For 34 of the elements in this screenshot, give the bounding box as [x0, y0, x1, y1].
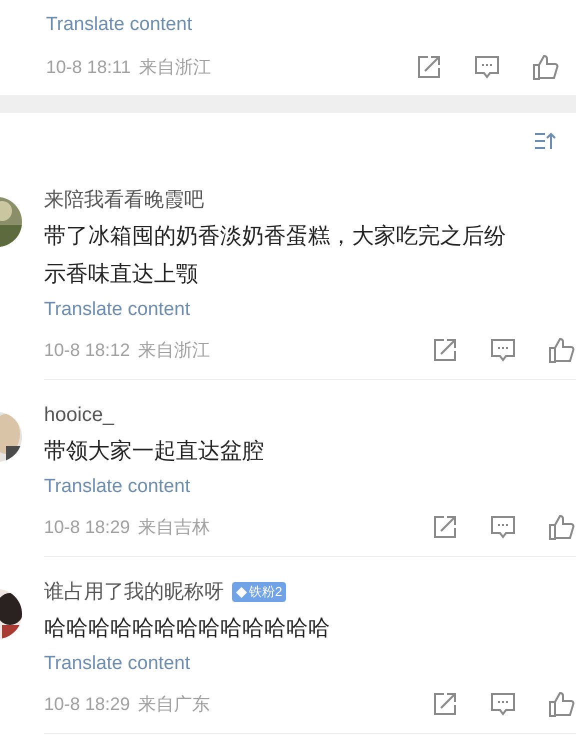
- comment-location: 来自浙江: [138, 56, 211, 78]
- comment-time: 10-8 18:29: [44, 516, 130, 538]
- thumbs-up-icon[interactable]: [532, 53, 560, 81]
- username[interactable]: 谁占用了我的昵称呀: [44, 577, 224, 607]
- comment-text: 示香味直达上颚: [44, 260, 199, 288]
- fan-badge: 铁粉2: [232, 582, 286, 602]
- comment-location: 来自浙江: [138, 338, 210, 362]
- comment-time: 10-8 18:11: [46, 56, 131, 78]
- comment-time: 10-8 18:29: [44, 692, 130, 716]
- thumbs-up-icon[interactable]: [548, 513, 576, 541]
- comment-icon[interactable]: [490, 691, 516, 717]
- translate-link[interactable]: Translate content: [44, 647, 190, 681]
- username[interactable]: hooice_: [44, 400, 114, 430]
- comment-location: 来自吉林: [138, 516, 210, 538]
- thumbs-up-icon[interactable]: [548, 336, 576, 364]
- comment-icon[interactable]: [474, 54, 500, 80]
- comment-icon[interactable]: [490, 337, 516, 363]
- share-icon[interactable]: [432, 691, 458, 717]
- share-icon[interactable]: [432, 337, 458, 363]
- comment-icon[interactable]: [490, 514, 516, 540]
- sort-icon[interactable]: [534, 131, 556, 151]
- thumbs-up-icon[interactable]: [548, 690, 576, 718]
- username[interactable]: 来陪我看看晚霞吧: [44, 185, 204, 215]
- diamond-icon: [236, 586, 247, 598]
- comment-text: 哈哈哈哈哈哈哈哈哈哈哈哈哈: [44, 614, 331, 642]
- share-icon[interactable]: [416, 54, 442, 80]
- translate-link[interactable]: Translate content: [46, 10, 192, 40]
- comment-time: 10-8 18:12: [44, 338, 130, 362]
- translate-link[interactable]: Translate content: [44, 470, 190, 504]
- comment-text: 带了冰箱囤的奶香淡奶香蛋糕，大家吃完之后纷: [44, 222, 507, 250]
- comment-text: 带领大家一起直达盆腔: [44, 437, 265, 465]
- share-icon[interactable]: [432, 514, 458, 540]
- translate-link[interactable]: Translate content: [44, 293, 190, 327]
- comment-location: 来自广东: [138, 692, 210, 716]
